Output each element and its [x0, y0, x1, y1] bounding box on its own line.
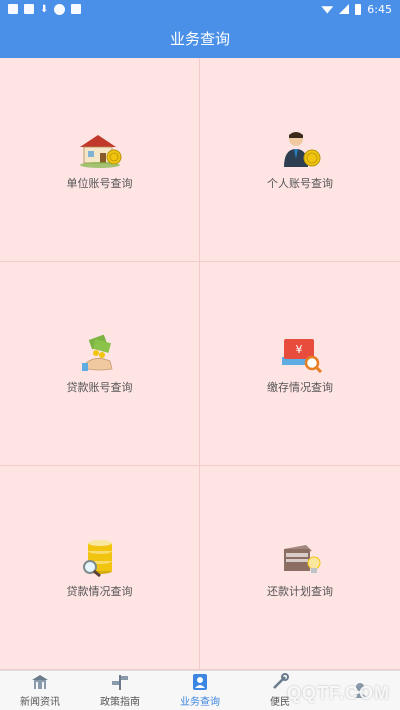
square-icon	[8, 4, 18, 14]
bottom-nav: 新闻资讯 政策指南 业务查询 便民 QQTF.COM	[0, 670, 400, 710]
nav-item-policy[interactable]: 政策指南	[80, 671, 160, 710]
tile-loan-status-query[interactable]: 贷款情况查询	[0, 466, 200, 670]
tile-deposit-status-query[interactable]: ¥ 缴存情况查询	[200, 262, 400, 466]
status-time: 6:45	[367, 2, 392, 16]
tile-unit-account-query[interactable]: 单位账号查询	[0, 58, 200, 262]
tile-loan-account-query[interactable]: 贷款账号查询	[0, 262, 200, 466]
watermark-text: QQTF.COM	[287, 683, 390, 703]
yuan-book-search-icon: ¥	[282, 338, 323, 373]
status-bar: ⬇ 6:45	[0, 0, 400, 18]
nav-label: 新闻资讯	[20, 697, 60, 708]
person-coin-icon	[284, 131, 321, 167]
nav-label: 政策指南	[100, 697, 140, 708]
tile-label: 个人账号查询	[267, 176, 333, 190]
status-left-icons: ⬇	[8, 3, 82, 15]
svg-text:¥: ¥	[296, 343, 303, 356]
image-icon	[24, 4, 34, 14]
app-bar: 业务查询	[0, 18, 400, 58]
nav-label: 业务查询	[180, 697, 220, 708]
nav-item-news[interactable]: 新闻资讯	[0, 671, 80, 710]
signpost-icon	[112, 675, 128, 690]
hand-money-icon	[81, 334, 112, 371]
tile-label: 单位账号查询	[66, 176, 133, 190]
wifi-icon	[321, 6, 334, 14]
nav-item-business-query[interactable]: 业务查询	[160, 671, 240, 710]
status-right-icons: 6:45	[321, 3, 392, 16]
building-icon	[32, 675, 48, 689]
person-card-icon	[193, 674, 207, 690]
a-badge-icon	[71, 4, 82, 14]
tile-personal-account-query[interactable]: 个人账号查询	[200, 58, 400, 262]
coins-magnifier-icon	[82, 539, 112, 577]
tile-repayment-plan-query[interactable]: 还款计划查询	[200, 466, 400, 670]
signal-icon	[339, 4, 350, 14]
tile-label: 贷款账号查询	[66, 380, 133, 394]
tile-label: 贷款情况查询	[66, 584, 133, 598]
tile-label: 还款计划查询	[267, 584, 333, 598]
page-title: 业务查询	[169, 29, 230, 48]
house-coin-icon	[79, 134, 121, 168]
box-bulb-icon	[284, 544, 321, 573]
battery-icon	[355, 3, 362, 15]
download-icon: ⬇	[40, 3, 49, 15]
tile-label: 缴存情况查询	[267, 380, 333, 394]
cn-badge-icon	[54, 3, 66, 15]
query-grid: 单位账号查询 个人账号查询 贷款账号查询 ¥ 缴存情况查询 贷款情况查询 还款计…	[0, 58, 400, 670]
